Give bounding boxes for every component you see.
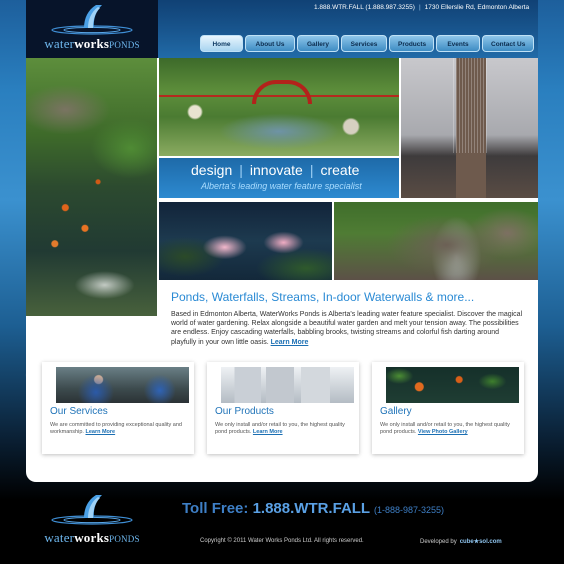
- products-title[interactable]: Our Products: [215, 406, 274, 417]
- nav-services[interactable]: Services: [341, 35, 387, 52]
- header-phone[interactable]: 1.888.WTR.FALL (1.888.987.3255): [314, 4, 415, 11]
- slogan-words: design | innovate | create: [191, 162, 359, 178]
- services-learn-more-link[interactable]: Learn More: [85, 429, 115, 435]
- nav-gallery[interactable]: Gallery: [297, 35, 339, 52]
- waterfall-logo-icon: [51, 5, 133, 35]
- services-title[interactable]: Our Services: [50, 406, 108, 417]
- logo-wordmark: waterworksponds: [26, 36, 158, 52]
- garden-bridge-photo: [159, 58, 399, 156]
- logo-word-works: works: [74, 530, 110, 545]
- page-headline: Ponds, Waterfalls, Streams, In-door Wate…: [171, 290, 475, 304]
- view-photo-gallery-link[interactable]: View Photo Gallery: [418, 429, 468, 435]
- nav-contact-us[interactable]: Contact Us: [482, 35, 534, 52]
- products-card: Our Products We only install and/or reta…: [207, 362, 359, 454]
- nav-events[interactable]: Events: [436, 35, 480, 52]
- gallery-card: Gallery We only install and/or retail to…: [372, 362, 524, 454]
- intro-text: Based in Edmonton Alberta, WaterWorks Po…: [171, 311, 523, 346]
- services-desc: We are committed to providing exceptiona…: [50, 422, 188, 436]
- waterfall-logo-icon: [51, 495, 133, 525]
- nav-products[interactable]: Products: [389, 35, 434, 52]
- red-bridge-shape: [252, 80, 312, 104]
- slogan-design: design: [191, 162, 233, 178]
- indoor-waterwall-photo: [401, 58, 538, 198]
- site-logo[interactable]: waterworksponds: [26, 0, 158, 58]
- products-desc: We only install and/or retail to you, th…: [215, 422, 353, 436]
- slogan-innovate: innovate: [249, 162, 303, 178]
- products-learn-more-link[interactable]: Learn More: [253, 429, 283, 435]
- intro-paragraph: Based in Edmonton Alberta, WaterWorks Po…: [171, 310, 526, 347]
- logo-word-ponds: ponds: [109, 36, 140, 51]
- services-desc-text: We are committed to providing exceptiona…: [50, 422, 182, 436]
- services-card: Our Services We are committed to providi…: [42, 362, 194, 454]
- slogan-divider: |: [239, 162, 243, 178]
- developer-link[interactable]: cube★sol.com: [460, 539, 502, 545]
- toll-free-number[interactable]: Toll Free: 1.888.WTR.FALL (1-888-987-325…: [182, 500, 444, 517]
- slogan-create: create: [320, 162, 360, 178]
- koi-pond-photo: [26, 58, 157, 316]
- slogan-banner: design | innovate | create Alberta's leading…: [159, 158, 399, 198]
- gallery-title[interactable]: Gallery: [380, 406, 412, 417]
- intro-learn-more-link[interactable]: Learn More: [271, 339, 309, 346]
- gallery-desc: We only install and/or retail to you, th…: [380, 422, 518, 436]
- logo-word-water: water: [44, 36, 75, 51]
- nav-home[interactable]: Home: [200, 35, 243, 52]
- waterwall-sheet: [453, 58, 487, 153]
- developer-credit: Developed by cube★sol.com: [420, 538, 502, 545]
- rock-waterfall-photo: [334, 202, 538, 280]
- services-image: [56, 367, 189, 403]
- footer-logo[interactable]: waterworksponds: [26, 492, 158, 552]
- nav-about-us[interactable]: About Us: [245, 35, 295, 52]
- header-address: 1730 Ellerslie Rd, Edmonton Alberta: [424, 4, 530, 11]
- water-lily-photo: [159, 202, 332, 280]
- slogan-divider: |: [309, 162, 314, 178]
- contact-info: 1.888.WTR.FALL (1.888.987.3255) | 1730 Ell…: [314, 4, 548, 11]
- header-separator: |: [418, 4, 421, 11]
- footer-logo-wordmark: waterworksponds: [26, 530, 158, 546]
- logo-word-ponds: ponds: [109, 530, 140, 545]
- slogan-tagline: Alberta's leading water feature speciali…: [201, 181, 362, 191]
- products-image: [221, 367, 354, 403]
- copyright-text: Copyright © 2011 Water Works Ponds Ltd. …: [200, 538, 364, 544]
- gallery-image: [386, 367, 519, 403]
- main-nav: Home About Us Gallery Services Products …: [200, 35, 534, 52]
- developed-by-label: Developed by: [420, 539, 457, 545]
- main-content-panel: design | innovate | create Alberta's leading…: [26, 58, 538, 482]
- toll-free-digits: (1-888-987-3255): [374, 505, 445, 515]
- logo-word-works: works: [74, 36, 110, 51]
- toll-free-vanity: 1.888.WTR.FALL: [252, 500, 370, 517]
- logo-word-water: water: [44, 530, 75, 545]
- toll-free-label: Toll Free:: [182, 500, 249, 517]
